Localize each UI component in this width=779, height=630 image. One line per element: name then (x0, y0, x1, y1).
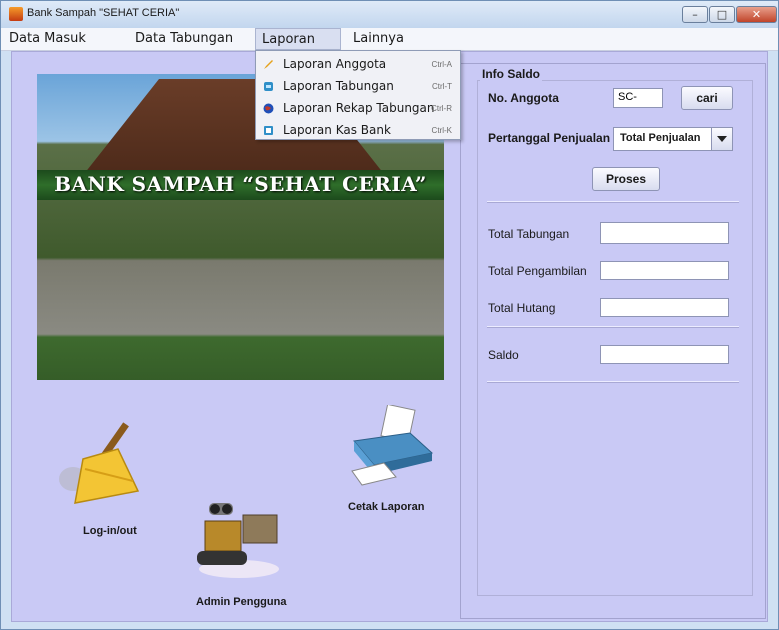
pertanggal-label: Pertanggal Penjualan (488, 131, 611, 145)
printer-icon[interactable] (344, 403, 438, 491)
app-window: Bank Sampah "SEHAT CERIA" – □ ✕ Data Mas… (0, 0, 779, 630)
total-hutang-label: Total Hutang (488, 301, 556, 315)
menu-item-shortcut: Ctrl-T (432, 82, 452, 91)
info-saldo-title: Info Saldo (480, 67, 542, 81)
pencil-icon (264, 60, 273, 69)
menu-item-label: Laporan Anggota (283, 57, 387, 71)
cari-button[interactable]: cari (681, 86, 733, 110)
separator-3 (487, 381, 739, 383)
close-button[interactable]: ✕ (736, 6, 777, 23)
info-saldo-inner (477, 80, 753, 596)
window-title: Bank Sampah "SEHAT CERIA" (27, 7, 180, 19)
menu-item-label: Laporan Kas Bank (283, 123, 391, 137)
pertanggal-combo[interactable]: Total Penjualan (613, 127, 733, 151)
total-tabungan-label: Total Tabungan (488, 227, 570, 241)
menu-item-laporan-rekap[interactable]: Laporan Rekap Tabungan Ctrl-R (256, 98, 460, 120)
menu-item-laporan-tabungan[interactable]: Laporan Tabungan Ctrl-T (256, 76, 460, 98)
total-pengambilan-label: Total Pengambilan (488, 264, 587, 278)
saldo-label: Saldo (488, 348, 519, 362)
separator-2 (487, 326, 739, 328)
savings-icon (264, 82, 273, 91)
chevron-down-icon[interactable] (711, 128, 732, 150)
menu-lainnya[interactable]: Lainnya (353, 31, 404, 46)
menu-item-shortcut: Ctrl-A (431, 60, 452, 69)
proses-button[interactable]: Proses (592, 167, 660, 191)
total-tabungan-field[interactable] (600, 222, 729, 244)
separator-1 (487, 201, 739, 203)
globe-icon (263, 103, 274, 114)
menu-item-shortcut: Ctrl-K (431, 126, 452, 135)
menu-item-laporan-anggota[interactable]: Laporan Anggota Ctrl-A (256, 54, 460, 76)
laporan-dropdown: Laporan Anggota Ctrl-A Laporan Tabungan … (255, 50, 461, 140)
saldo-field[interactable] (600, 345, 729, 364)
maximize-button[interactable]: □ (709, 6, 735, 23)
menu-data-masuk[interactable]: Data Masuk (9, 31, 86, 46)
menu-laporan[interactable]: Laporan (255, 28, 341, 50)
broom-icon[interactable] (53, 419, 143, 513)
menu-item-laporan-kas-bank[interactable]: Laporan Kas Bank Ctrl-K (256, 120, 460, 142)
title-bar: Bank Sampah "SEHAT CERIA" – □ ✕ (1, 1, 778, 28)
combo-selected-value: Total Penjualan (620, 132, 701, 144)
menu-item-shortcut: Ctrl-R (431, 104, 452, 113)
menu-data-tabungan[interactable]: Data Tabungan (135, 31, 233, 46)
bank-icon (264, 126, 273, 135)
photo-caption: BANK SAMPAH “SEHAT CERIA” (54, 172, 427, 196)
total-pengambilan-field[interactable] (600, 261, 729, 280)
menu-bar: Data Masuk Data Tabungan Laporan Lainnya (1, 28, 778, 51)
no-anggota-input[interactable]: SC- (613, 88, 663, 108)
menu-item-label: Laporan Rekap Tabungan (283, 101, 435, 115)
print-label[interactable]: Cetak Laporan (348, 501, 424, 513)
no-anggota-label: No. Anggota (488, 91, 559, 105)
logout-label[interactable]: Log-in/out (83, 525, 137, 537)
total-hutang-field[interactable] (600, 298, 729, 317)
robot-icon[interactable] (191, 495, 281, 583)
menu-item-label: Laporan Tabungan (283, 79, 394, 93)
minimize-button[interactable]: – (682, 6, 708, 23)
admin-label[interactable]: Admin Pengguna (196, 596, 286, 608)
java-app-icon (9, 7, 23, 21)
